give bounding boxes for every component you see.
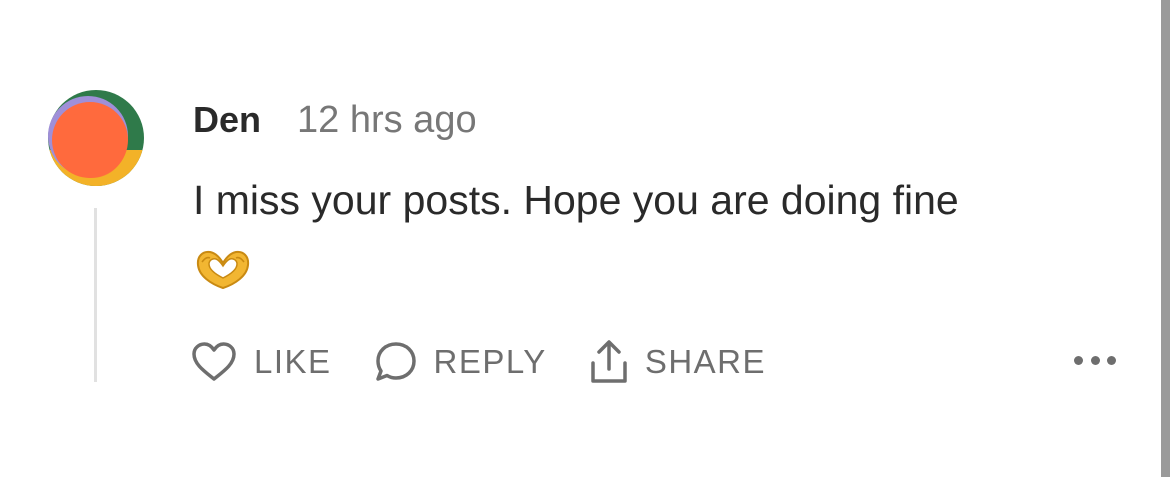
dot (1107, 355, 1116, 365)
more-dots-icon[interactable] (1074, 346, 1116, 374)
heart-icon (192, 342, 236, 381)
dot (1090, 355, 1100, 365)
reply-label: REPLY (433, 343, 547, 380)
share-upload-icon (591, 340, 627, 383)
comment-actions: LIKE REPLY SHARE (190, 336, 808, 388)
timestamp: 12 hrs ago (297, 98, 477, 141)
like-button[interactable]: LIKE (190, 341, 332, 383)
reply-button[interactable]: REPLY (374, 340, 547, 384)
share-label: SHARE (644, 343, 767, 380)
avatar[interactable] (48, 90, 144, 186)
author-name[interactable]: Den (193, 99, 261, 141)
comment-body: I miss your posts. Hope you are doing fi… (193, 177, 959, 223)
speech-bubble-icon (375, 342, 416, 381)
comment-header: Den 12 hrs ago (193, 96, 477, 144)
thread-line (94, 208, 97, 382)
like-label: LIKE (254, 343, 332, 380)
share-button[interactable]: SHARE (589, 339, 766, 385)
dot (1074, 355, 1083, 365)
scrollbar-edge (1161, 0, 1170, 477)
heart-hands-emoji-icon (193, 248, 253, 292)
avatar-image (48, 90, 144, 186)
